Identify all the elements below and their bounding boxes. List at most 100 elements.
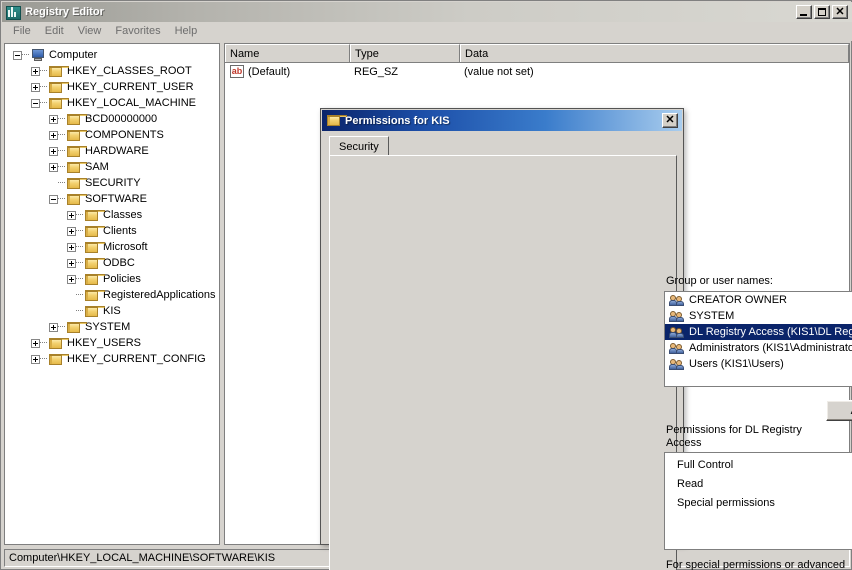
tree-node[interactable]: ODBC bbox=[5, 255, 219, 271]
tree-node[interactable]: RegisteredApplications bbox=[5, 287, 219, 303]
folder-icon bbox=[48, 337, 69, 350]
expand-icon[interactable] bbox=[67, 210, 76, 220]
user-list-item[interactable]: Users (KIS1\Users) bbox=[665, 356, 852, 372]
close-button[interactable]: ✕ bbox=[832, 5, 848, 19]
user-list-item[interactable]: CREATOR OWNER bbox=[665, 292, 852, 308]
tree-node[interactable]: Computer bbox=[5, 47, 219, 63]
expand-icon[interactable] bbox=[49, 162, 58, 172]
tree-node[interactable]: SECURITY bbox=[5, 175, 219, 191]
tree-node[interactable]: KIS bbox=[5, 303, 219, 319]
minimize-button[interactable] bbox=[796, 5, 812, 19]
permissions-for-label: Permissions for DL Registry Access bbox=[666, 424, 802, 449]
user-list-item[interactable]: SYSTEM bbox=[665, 308, 852, 324]
tree-node[interactable]: HKEY_CURRENT_USER bbox=[5, 79, 219, 95]
user-list-item-label: CREATOR OWNER bbox=[689, 294, 787, 306]
expand-icon[interactable] bbox=[49, 114, 58, 124]
dialog-titlebar[interactable]: Permissions for KIS ✕ bbox=[322, 110, 682, 131]
folder-icon bbox=[84, 241, 105, 254]
tree-node-label: SOFTWARE bbox=[85, 193, 147, 205]
permissions-grid[interactable]: Full Control Read Special permissions bbox=[664, 452, 852, 550]
users-listbox[interactable]: CREATOR OWNER SYSTEM DL Registry Access (K… bbox=[664, 291, 852, 387]
folder-icon bbox=[66, 193, 87, 206]
tree-connector bbox=[58, 326, 65, 328]
expand-icon[interactable] bbox=[31, 338, 40, 348]
column-header-data[interactable]: Data bbox=[460, 44, 849, 62]
expand-icon[interactable] bbox=[49, 146, 58, 156]
string-value-icon: ab bbox=[230, 65, 244, 78]
menu-view[interactable]: View bbox=[71, 23, 109, 40]
tree-node[interactable]: HKEY_CURRENT_CONFIG bbox=[5, 351, 219, 367]
tree-connector bbox=[58, 118, 65, 120]
tree-connector bbox=[40, 358, 47, 360]
expand-icon[interactable] bbox=[31, 82, 40, 92]
expand-icon[interactable] bbox=[67, 274, 76, 284]
folder-icon bbox=[48, 65, 69, 78]
tree-node[interactable]: HKEY_CLASSES_ROOT bbox=[5, 63, 219, 79]
tree-node[interactable]: SOFTWARE bbox=[5, 191, 219, 207]
collapse-icon[interactable] bbox=[13, 50, 22, 60]
tree-node[interactable]: SAM bbox=[5, 159, 219, 175]
tree-connector bbox=[58, 166, 65, 168]
folder-icon bbox=[48, 81, 69, 94]
expand-icon[interactable] bbox=[67, 226, 76, 236]
tree-connector bbox=[40, 342, 47, 344]
tree-node[interactable]: Classes bbox=[5, 207, 219, 223]
tree-node[interactable]: SYSTEM bbox=[5, 319, 219, 335]
permissions-dialog: Permissions for KIS ✕ Security Group or … bbox=[320, 108, 852, 570]
tree-node[interactable]: Microsoft bbox=[5, 239, 219, 255]
tree-node-label: SAM bbox=[85, 161, 109, 173]
user-list-item[interactable]: DL Registry Access (KIS1\DL Registry Acc… bbox=[665, 324, 852, 340]
tree-node[interactable]: BCD00000000 bbox=[5, 111, 219, 127]
menu-favorites[interactable]: Favorites bbox=[108, 23, 167, 40]
tree-connector bbox=[58, 150, 65, 152]
tree-node[interactable]: Policies bbox=[5, 271, 219, 287]
computer-icon bbox=[30, 48, 46, 62]
tree-node[interactable]: Clients bbox=[5, 223, 219, 239]
registry-editor-icon bbox=[5, 4, 21, 20]
menu-help[interactable]: Help bbox=[168, 23, 205, 40]
tree-node-label: Computer bbox=[49, 49, 98, 61]
column-header-label: Name bbox=[230, 47, 260, 60]
add-button[interactable]: Add... bbox=[826, 400, 852, 421]
folder-icon bbox=[84, 257, 105, 270]
tree-node[interactable]: HKEY_USERS bbox=[5, 335, 219, 351]
column-header-type[interactable]: Type bbox=[350, 44, 460, 62]
user-list-item-label: Users (KIS1\Users) bbox=[689, 358, 784, 370]
folder-icon bbox=[48, 353, 69, 366]
collapse-icon[interactable] bbox=[49, 194, 58, 204]
registry-tree-pane[interactable]: Computer HKEY_CLASSES_ROOT HKEY_CURRENT_US… bbox=[4, 43, 220, 545]
tab-security[interactable]: Security bbox=[329, 136, 389, 156]
users-group-icon bbox=[669, 310, 685, 323]
expand-icon[interactable] bbox=[31, 66, 40, 76]
column-header-name[interactable]: Name bbox=[225, 44, 350, 62]
user-list-item[interactable]: Administrators (KIS1\Administrators) bbox=[665, 340, 852, 356]
user-list-item-label: DL Registry Access (KIS1\DL Registry Acc… bbox=[689, 326, 852, 338]
expand-icon[interactable] bbox=[31, 354, 40, 364]
value-row[interactable]: ab (Default) REG_SZ (value not set) bbox=[225, 63, 849, 80]
value-name: (Default) bbox=[248, 65, 291, 78]
menu-edit[interactable]: Edit bbox=[38, 23, 71, 40]
group-or-user-names-label: Group or user names: bbox=[666, 275, 773, 287]
expand-icon[interactable] bbox=[67, 242, 76, 252]
expand-icon[interactable] bbox=[49, 322, 58, 332]
window-titlebar[interactable]: Registry Editor ✕ bbox=[2, 2, 852, 22]
tree-node[interactable]: HARDWARE bbox=[5, 143, 219, 159]
collapse-icon[interactable] bbox=[31, 98, 40, 108]
expand-icon[interactable] bbox=[67, 258, 76, 268]
tree-node-label: SYSTEM bbox=[85, 321, 131, 333]
folder-icon bbox=[66, 113, 87, 126]
values-list-header: Name Type Data bbox=[225, 44, 849, 63]
tree-connector bbox=[22, 54, 29, 56]
tree-node-label: HKEY_USERS bbox=[67, 337, 141, 349]
expand-icon[interactable] bbox=[49, 130, 58, 140]
status-path: Computer\HKEY_LOCAL_MACHINE\SOFTWARE\KIS bbox=[9, 552, 276, 564]
dialog-close-icon[interactable]: ✕ bbox=[662, 113, 678, 128]
menu-file[interactable]: File bbox=[6, 23, 38, 40]
registry-editor-window: Registry Editor ✕ File Edit View Favorit… bbox=[0, 0, 852, 570]
tree-node[interactable]: HKEY_LOCAL_MACHINE bbox=[5, 95, 219, 111]
tree-node[interactable]: COMPONENTS bbox=[5, 127, 219, 143]
maximize-button[interactable] bbox=[814, 5, 830, 19]
